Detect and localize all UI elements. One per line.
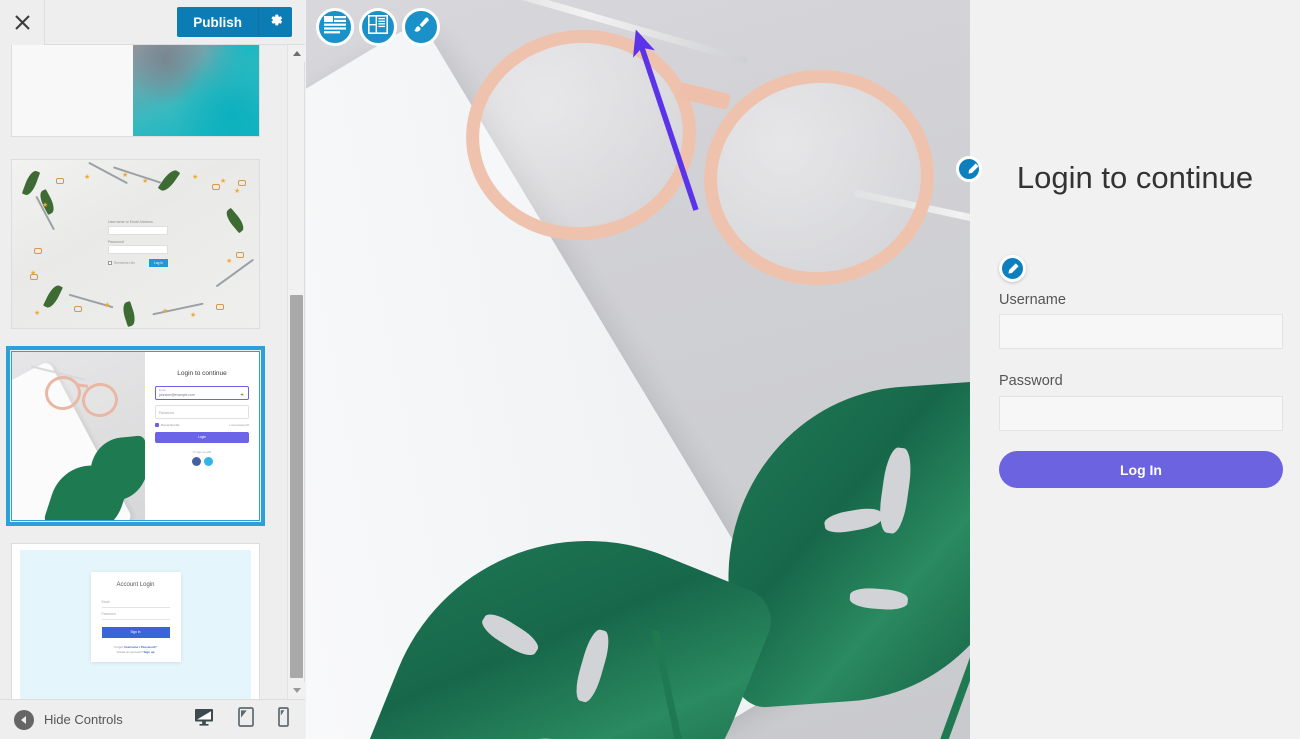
template-2-username-input — [108, 225, 168, 235]
template-3-submit-button: Login — [155, 432, 249, 443]
publish-settings-button[interactable] — [259, 7, 292, 37]
pencil-decoration — [112, 166, 162, 185]
twitter-icon — [203, 457, 213, 466]
triangle-up-icon — [292, 51, 301, 56]
checkbox-icon — [108, 261, 112, 265]
site-preview: Login to continue Username Password Log … — [306, 0, 1300, 739]
template-4-card: Account Login Email Password Sign In For… — [90, 572, 181, 662]
triangle-down-icon — [292, 688, 301, 693]
template-3-email-value: johndoe@example.com — [159, 393, 195, 397]
password-input[interactable] — [999, 396, 1283, 431]
customizer-sidebar: Publish •••••••• — [0, 0, 305, 739]
device-preview-buttons — [194, 707, 305, 732]
template-2-password-input — [108, 245, 168, 254]
sidebar-header: Publish — [0, 0, 305, 45]
tablet-preview-button[interactable] — [238, 707, 254, 732]
template-thumbnail-4[interactable]: Account Login Email Password Sign In For… — [11, 543, 260, 699]
log-in-button[interactable]: Log In — [999, 451, 1283, 488]
template-1-artwork — [133, 45, 259, 136]
checkbox-checked-icon — [155, 423, 159, 427]
desktop-preview-button[interactable] — [194, 707, 214, 732]
layout-columns-button[interactable] — [359, 8, 397, 46]
template-4-create-prefix: Create an account? — [116, 650, 143, 655]
page-title: Login to continue — [1016, 160, 1254, 195]
hide-controls-button[interactable]: Hide Controls — [0, 709, 123, 730]
login-panel: Login to continue Username Password Log … — [970, 0, 1300, 739]
style-brush-button[interactable] — [402, 8, 440, 46]
hero-image — [306, 0, 970, 739]
template-4-submit-button: Sign In — [101, 627, 170, 638]
sidebar-scrollbar[interactable] — [287, 45, 305, 699]
user-icon: ⎆ — [240, 392, 244, 397]
template-2-submit-button: Log In — [149, 259, 168, 267]
template-1-form-side: •••••••• Remember Me Log In Lost your pa… — [12, 45, 133, 136]
template-3-photo — [12, 352, 145, 520]
template-3-title: Login to continue — [177, 370, 227, 377]
leaf-decoration — [223, 207, 247, 234]
customizer-app: Publish •••••••• — [0, 0, 1300, 739]
leaf-decoration — [43, 283, 63, 310]
desktop-icon — [194, 708, 214, 731]
glasses-lens-right — [691, 56, 947, 299]
template-2-password-label: Password — [108, 239, 124, 244]
template-thumbnail-3[interactable]: Login to continue Email johndoe@example.… — [6, 346, 265, 526]
tablet-icon — [238, 707, 254, 732]
template-thumbnail-2[interactable]: ★ ★ ★ ★ ★ ★ ★ ★ ★ ★ ★ ★ ★ Username or Em… — [11, 159, 260, 329]
leaf-decoration — [120, 301, 138, 327]
leaf-decoration — [21, 169, 41, 197]
template-thumbnail-1[interactable]: •••••••• Remember Me Log In Lost your pa… — [11, 45, 260, 137]
template-3-remember: Remember Me — [155, 423, 180, 427]
password-label: Password — [999, 373, 1063, 389]
template-3-lost-password: Lost password? — [229, 423, 249, 427]
template-4-title: Account Login — [116, 582, 155, 588]
scrollbar-thumb[interactable] — [290, 295, 303, 678]
publish-group: Publish — [177, 7, 292, 37]
template-3-password-field: Password — [155, 405, 249, 419]
layout-rows-icon — [324, 15, 346, 39]
template-3-social-row — [155, 457, 249, 466]
leaf-decoration — [157, 167, 181, 194]
floating-editor-toolbar — [316, 8, 440, 46]
close-icon — [14, 14, 31, 31]
template-2-remember: Remember Me — [108, 261, 135, 265]
layout-rows-button[interactable] — [316, 8, 354, 46]
template-4-create-line: Create an account? Sign up — [102, 650, 170, 655]
mobile-preview-button[interactable] — [278, 707, 289, 732]
template-3-email-field: Email johndoe@example.com ⎆ — [155, 386, 249, 400]
template-3-password-placeholder: Password — [159, 410, 174, 415]
hide-controls-label: Hide Controls — [44, 712, 123, 727]
mobile-icon — [278, 707, 289, 732]
close-button[interactable] — [0, 0, 45, 45]
template-3-remember-label: Remember Me — [161, 423, 180, 427]
template-2-username-label: Username or Email Address — [108, 220, 153, 224]
template-4-email-input: Email — [101, 596, 170, 608]
username-input[interactable] — [999, 314, 1283, 349]
gear-icon — [268, 12, 284, 33]
sidebar-footer: Hide Controls — [0, 699, 305, 739]
pencil-edit-icon[interactable] — [999, 255, 1026, 282]
pencil-edit-icon-secondary[interactable] — [956, 156, 982, 182]
publish-button[interactable]: Publish — [177, 7, 259, 37]
template-4-links: Forgot Username / Password? Create an ac… — [102, 645, 170, 656]
pencil-decoration — [215, 258, 255, 288]
template-4-forgot-prefix: Forgot — [114, 645, 123, 649]
template-3-form: Login to continue Email johndoe@example.… — [145, 352, 259, 520]
scrollbar-down-button[interactable] — [288, 682, 305, 699]
paintbrush-icon — [411, 15, 431, 40]
scrollbar-up-button[interactable] — [288, 45, 305, 62]
template-3-email-label: Email — [159, 388, 166, 392]
chevron-left-icon — [14, 709, 34, 730]
template-3-or-label: Or sign up with — [192, 450, 212, 454]
username-label: Username — [999, 292, 1066, 308]
template-2-form: Username or Email Address Password Remem… — [108, 220, 168, 267]
template-2-remember-label: Remember Me — [114, 261, 136, 265]
layout-columns-icon — [368, 15, 388, 39]
template-thumbnail-list[interactable]: •••••••• Remember Me Log In Lost your pa… — [0, 45, 288, 699]
template-3-options-row: Remember Me Lost password? — [155, 423, 249, 427]
facebook-icon — [191, 457, 201, 466]
template-2-options-row: Remember Me Log In — [108, 259, 168, 267]
template-4-password-input: Password — [101, 608, 170, 620]
template-4-forgot-link: Username / Password? — [123, 645, 157, 649]
template-4-create-link: Sign up — [143, 650, 155, 655]
